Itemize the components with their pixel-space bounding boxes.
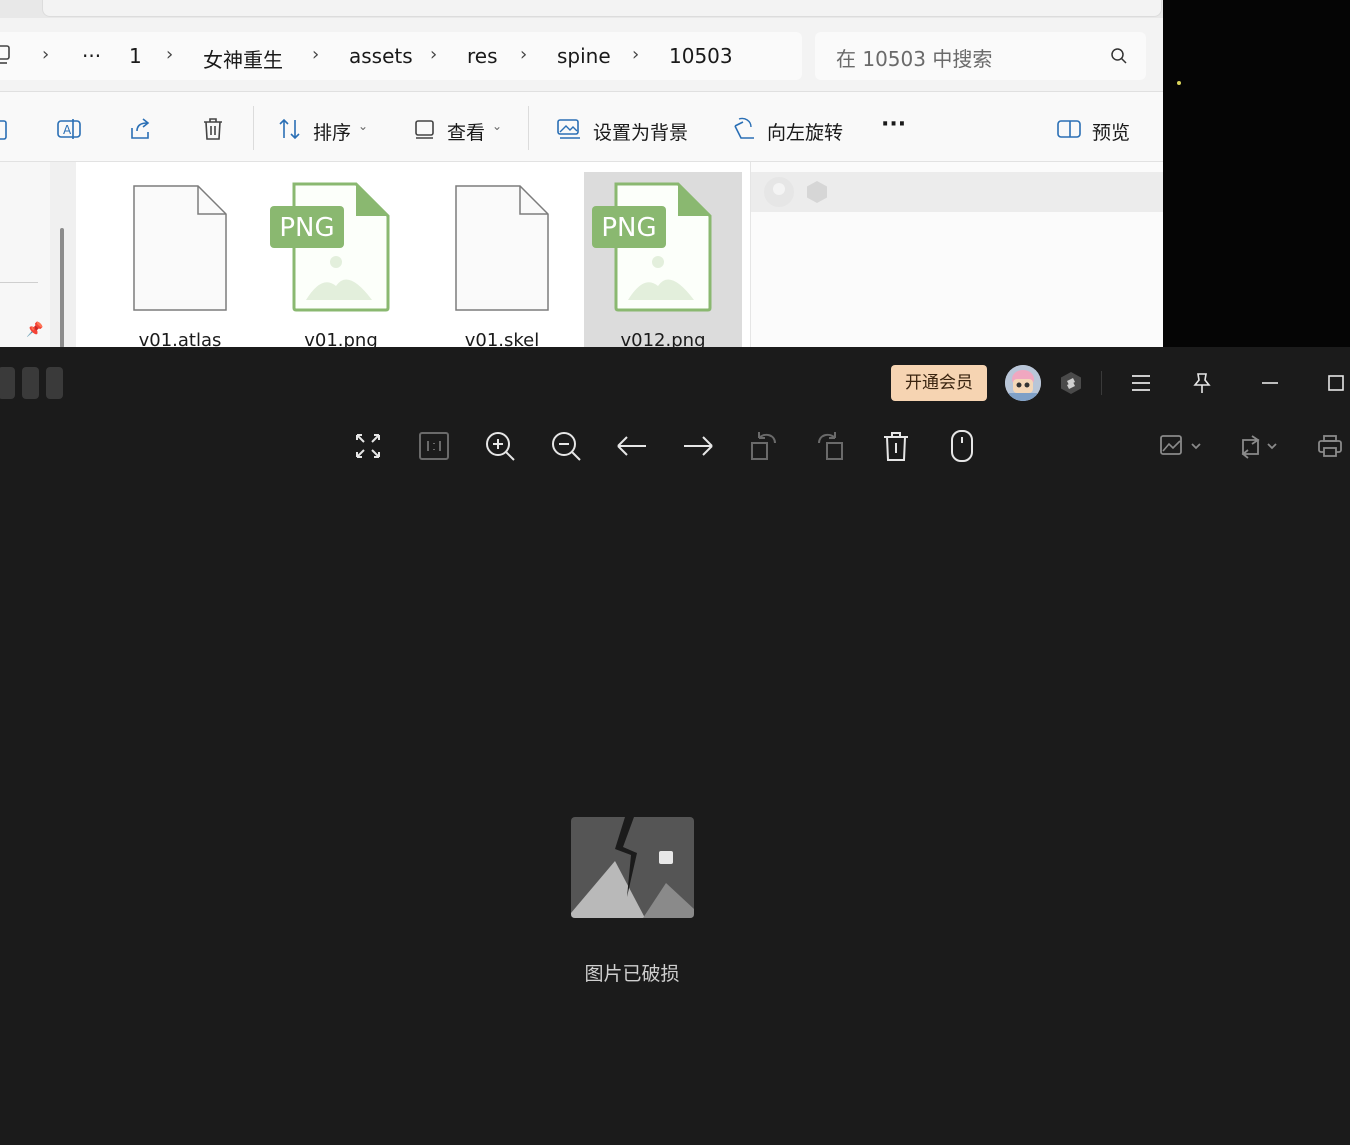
thumbnail-tab[interactable] xyxy=(46,367,63,399)
preview-header xyxy=(751,172,1163,212)
breadcrumb-separator[interactable]: › xyxy=(312,44,319,65)
file-item[interactable]: PNG v01.png xyxy=(262,172,420,347)
tab-strip xyxy=(0,0,1163,18)
preview-pane-icon[interactable] xyxy=(1056,116,1082,142)
breadcrumb-item-10503[interactable]: 10503 xyxy=(669,44,733,68)
desktop-dot xyxy=(1177,81,1181,85)
vip-button[interactable]: 开通会员 xyxy=(891,365,987,401)
more-options-button[interactable]: ··· xyxy=(881,112,906,137)
divider xyxy=(253,106,254,150)
chevron-down-icon[interactable]: ⌄ xyxy=(492,119,502,133)
address-row: › ··· 1 › 女神重生 › assets › res › spine › … xyxy=(0,18,1163,92)
search-input[interactable]: 在 10503 中搜索 xyxy=(815,32,1146,80)
svg-text:A: A xyxy=(63,123,72,137)
status-message: 图片已破损 xyxy=(584,963,680,985)
breadcrumb-item-1[interactable]: 1 xyxy=(129,44,142,68)
pin-icon[interactable] xyxy=(1190,371,1214,395)
svg-text:PNG: PNG xyxy=(601,213,656,243)
delete-icon[interactable] xyxy=(200,116,226,142)
divider xyxy=(0,282,38,283)
file-name: v01.atlas xyxy=(138,330,222,347)
rotate-left-icon[interactable] xyxy=(731,116,757,142)
view-button[interactable]: 查看 xyxy=(447,118,485,145)
command-bar: A 排序 ⌄ 查看 ⌄ 设置为背景 向左旋转 ··· 预览 xyxy=(0,92,1163,162)
breadcrumb-item-res[interactable]: res xyxy=(467,44,498,68)
file-item-selected[interactable]: PNG v012.png xyxy=(584,172,742,347)
screen: › ··· 1 › 女神重生 › assets › res › spine › … xyxy=(0,0,1350,1145)
image-viewer-window: 开通会员 图片已破损 xyxy=(0,347,1350,1145)
set-background-button[interactable]: 设置为背景 xyxy=(593,118,688,145)
search-placeholder: 在 10503 中搜索 xyxy=(836,47,993,71)
previous-arrow-icon[interactable] xyxy=(615,429,649,463)
sort-icon[interactable] xyxy=(277,116,303,142)
actual-size-icon xyxy=(419,432,449,460)
fullscreen-icon[interactable] xyxy=(351,429,385,463)
divider xyxy=(528,106,529,150)
file-name: v01.skel xyxy=(464,330,540,347)
zoom-out-icon[interactable] xyxy=(549,429,583,463)
sort-button[interactable]: 排序 xyxy=(313,118,351,145)
delete-icon[interactable] xyxy=(879,429,913,463)
file-item[interactable]: v01.atlas xyxy=(101,172,259,347)
file-explorer-window: › ··· 1 › 女神重生 › assets › res › spine › … xyxy=(0,0,1163,347)
chevron-down-icon[interactable]: ⌄ xyxy=(358,119,368,133)
file-name: v012.png xyxy=(620,330,706,347)
breadcrumb-item-spine[interactable]: spine xyxy=(557,44,611,68)
share-icon[interactable] xyxy=(128,116,154,142)
scrollbar-thumb[interactable] xyxy=(60,228,64,347)
breadcrumb-separator[interactable]: › xyxy=(520,44,527,65)
avatar-icon xyxy=(764,177,794,207)
set-background-icon[interactable] xyxy=(556,116,582,142)
png-file-icon: PNG xyxy=(592,182,712,312)
zoom-in-icon[interactable] xyxy=(483,429,517,463)
thumbnail-tab[interactable] xyxy=(0,367,15,399)
explorer-tab[interactable] xyxy=(42,0,1162,17)
mouse-icon[interactable] xyxy=(945,429,979,463)
view-icon[interactable] xyxy=(412,116,438,142)
generic-file-icon xyxy=(455,185,549,311)
file-content-area: 📌 v01.atlas PNG v01.png v01.skel PNG v01… xyxy=(0,162,1163,347)
hexagon-logo-icon xyxy=(807,181,827,203)
file-item[interactable]: v01.skel xyxy=(423,172,581,347)
breadcrumb-item-goddess[interactable]: 女神重生 xyxy=(203,44,283,73)
paste-icon[interactable] xyxy=(0,116,12,142)
png-file-icon: PNG xyxy=(270,182,390,312)
svg-text:PNG: PNG xyxy=(279,213,334,243)
generic-file-icon xyxy=(133,185,227,311)
menu-icon[interactable] xyxy=(1129,371,1153,395)
preview-pane xyxy=(750,162,1163,347)
breadcrumb-ellipsis[interactable]: ··· xyxy=(82,44,101,68)
broken-image-icon xyxy=(571,817,694,918)
divider xyxy=(1101,371,1102,395)
file-name: v01.png xyxy=(304,330,378,347)
breadcrumb-separator[interactable]: › xyxy=(166,44,173,65)
rotate-right-icon xyxy=(818,432,843,460)
hexagon-logo-icon[interactable] xyxy=(1059,371,1083,395)
print-icon[interactable] xyxy=(1316,432,1344,460)
thumbnail-tab[interactable] xyxy=(22,367,39,399)
avatar[interactable] xyxy=(1005,365,1041,401)
breadcrumb-separator[interactable]: › xyxy=(430,44,437,65)
navigation-pane: 📌 xyxy=(0,162,50,347)
maximize-icon[interactable] xyxy=(1324,371,1348,395)
rename-icon[interactable]: A xyxy=(56,116,82,142)
crop-icon[interactable] xyxy=(1238,432,1284,460)
breadcrumb-item-assets[interactable]: assets xyxy=(349,44,413,68)
rotate-left-button[interactable]: 向左旋转 xyxy=(767,118,843,145)
desktop-background xyxy=(1163,0,1350,347)
preview-button[interactable]: 预览 xyxy=(1092,118,1130,145)
nav-scrollbar[interactable] xyxy=(50,162,76,347)
this-pc-icon[interactable] xyxy=(0,44,14,66)
breadcrumb-separator[interactable]: › xyxy=(42,44,49,65)
next-arrow-icon[interactable] xyxy=(681,429,715,463)
rotate-left-icon xyxy=(751,432,776,460)
breadcrumb-separator[interactable]: › xyxy=(632,44,639,65)
search-icon[interactable] xyxy=(1110,47,1128,65)
edit-image-icon[interactable] xyxy=(1158,432,1204,460)
user-avatar-icon xyxy=(1005,365,1041,401)
pin-icon[interactable]: 📌 xyxy=(26,322,43,338)
minimize-icon[interactable] xyxy=(1258,371,1282,395)
